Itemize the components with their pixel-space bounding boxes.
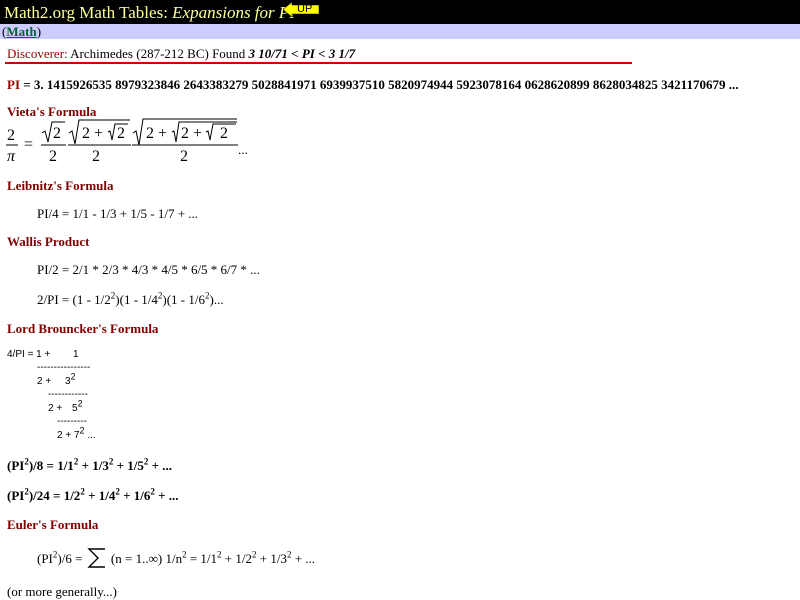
up-button[interactable]: UP <box>283 2 319 17</box>
pi-value: = 3. 1415926535 8979323846 2643383279 50… <box>20 77 739 92</box>
divider <box>5 62 632 64</box>
pi-label: PI <box>7 77 20 92</box>
svg-text:2: 2 <box>220 125 228 142</box>
wallis-formula-2: 2/PI = (1 - 1/22)(1 - 1/42)(1 - 1/62)... <box>37 290 224 307</box>
up-button-label: UP <box>297 3 313 15</box>
pi-squared-over-24: (PI2)/24 = 1/22 + 1/42 + 1/62 + ... <box>7 486 179 503</box>
wallis-heading: Wallis Product <box>7 234 90 249</box>
leibniz-formula: PI/4 = 1/1 - 1/3 + 1/5 - 1/7 + ... <box>37 206 199 221</box>
leibniz-heading: Leibnitz's Formula <box>7 178 114 193</box>
brouncker-heading: Lord Brouncker's Formula <box>7 321 159 336</box>
vieta-formula: 2 π = 2 2 2 + 2 2 2 + 2 + 2 2 ... <box>4 118 254 170</box>
page-title: Math2.org Math Tables: Expansions for PI <box>4 3 295 23</box>
vieta-ellipsis: ... <box>238 142 248 157</box>
math-link[interactable]: Math <box>6 24 36 39</box>
svg-text:2 +: 2 + <box>181 125 202 142</box>
site-name: Math2.org Math Tables: <box>4 3 168 22</box>
pi-squared-over-8: (PI2)/8 = 1/12 + 1/32 + 1/52 + ... <box>7 456 173 473</box>
page-subtitle: Expansions for PI <box>172 3 295 22</box>
svg-text:=: = <box>24 136 33 153</box>
svg-text:2: 2 <box>7 127 15 144</box>
svg-text:2: 2 <box>49 148 57 165</box>
summation-icon <box>86 548 105 568</box>
breadcrumb: (Math) <box>0 24 800 39</box>
euler-formula: (PI2)/6 = (n = 1..∞) 1/n2 = 1/12 + 1/22 … <box>37 547 315 569</box>
discoverer-label: Discoverer: <box>7 46 68 61</box>
svg-text:2 +: 2 + <box>82 125 103 142</box>
svg-text:2: 2 <box>92 148 100 165</box>
wallis-formula-1: PI/2 = 2/1 * 2/3 * 4/3 * 4/5 * 6/5 * 6/7… <box>37 262 260 277</box>
discoverer-line: Discoverer: Archimedes (287-212 BC) Foun… <box>7 46 355 62</box>
title-bar: Math2.org Math Tables: Expansions for PI… <box>0 0 800 24</box>
svg-text:2: 2 <box>53 125 61 142</box>
more-generally-note: (or more generally...) <box>7 584 117 599</box>
nav-close-paren: ) <box>36 24 42 39</box>
euler-heading: Euler's Formula <box>7 517 99 532</box>
discoverer-text: Archimedes (287-212 BC) Found <box>67 46 249 61</box>
pi-bounds: 3 10/71 < PI < 3 1/7 <box>248 46 356 61</box>
svg-text:2: 2 <box>180 148 188 165</box>
svg-text:π: π <box>7 148 16 165</box>
svg-text:2 +: 2 + <box>146 125 167 142</box>
svg-text:2: 2 <box>117 125 125 142</box>
pi-digits: PI = 3. 1415926535 8979323846 2643383279… <box>7 77 738 93</box>
